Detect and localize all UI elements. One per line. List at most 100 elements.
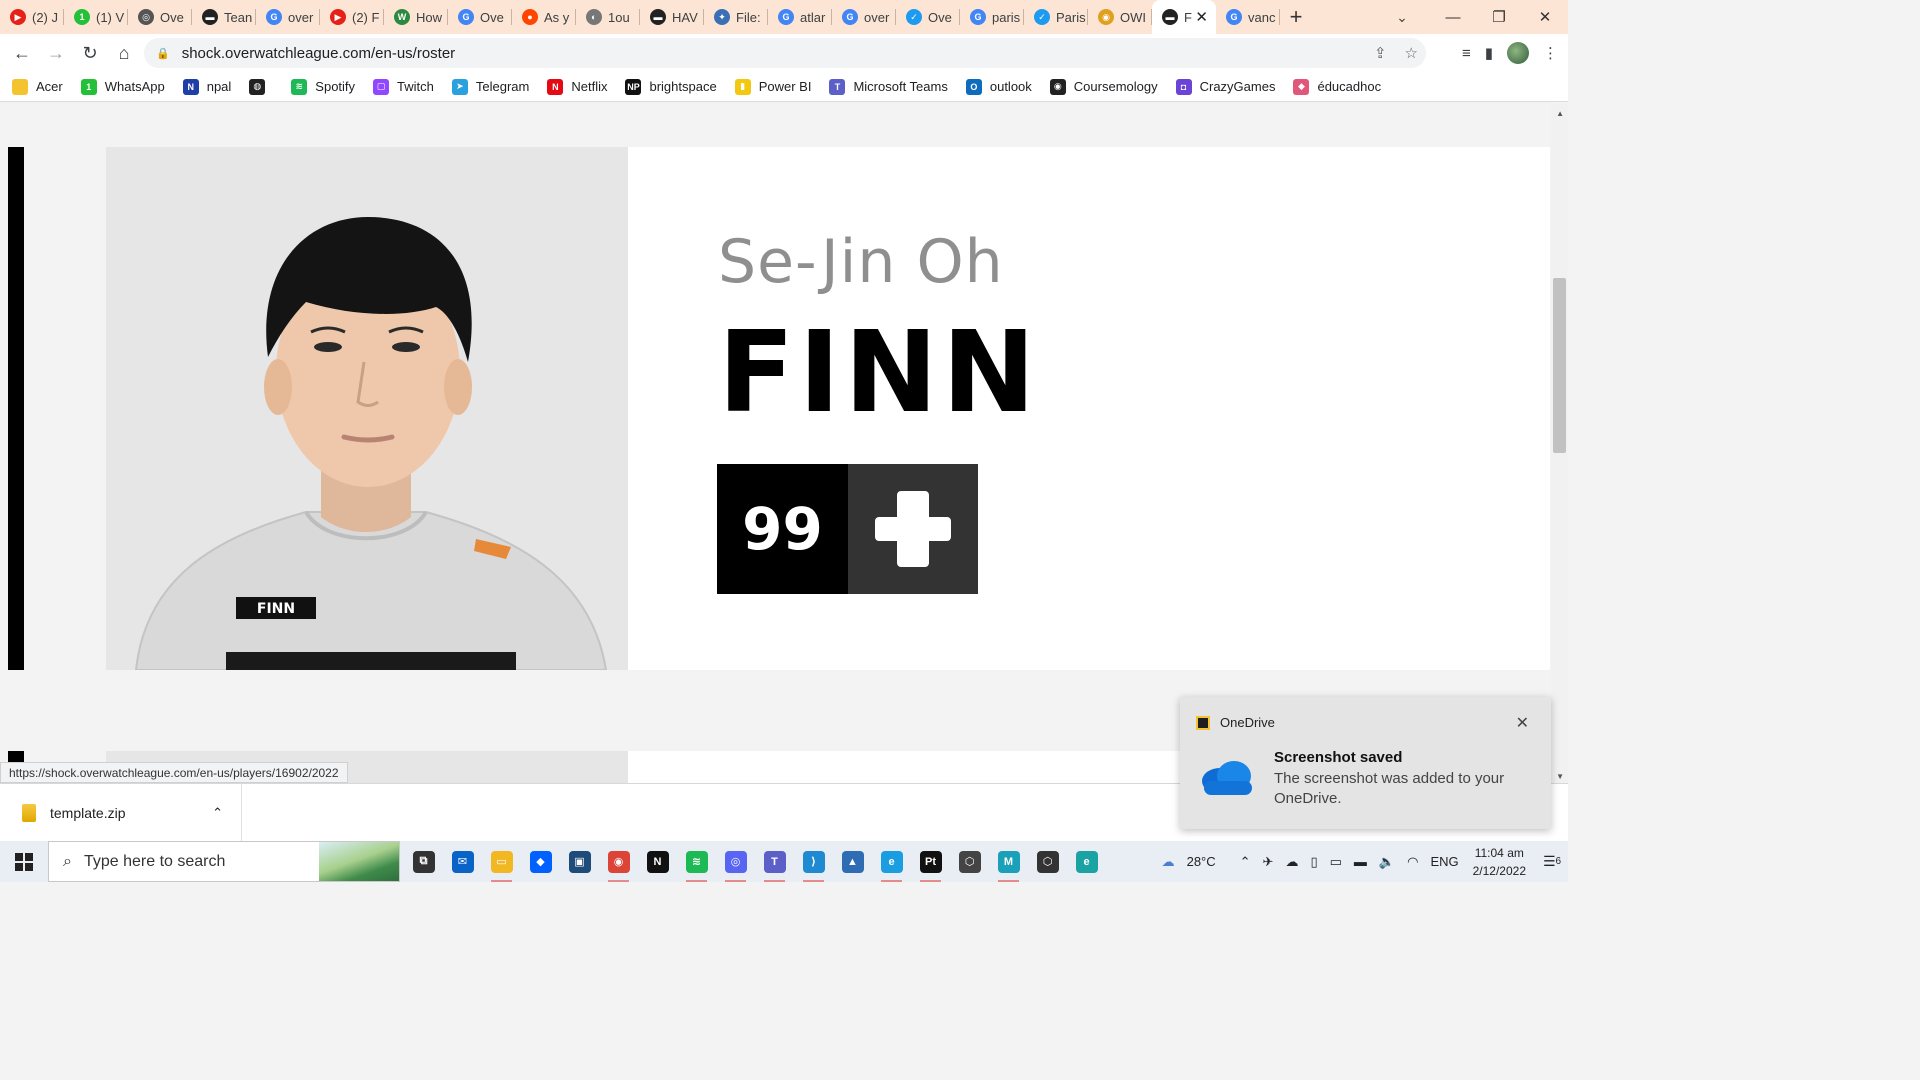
address-bar[interactable]: 🔒 shock.overwatchleague.com/en-us/roster…: [144, 38, 1426, 68]
browser-tab[interactable]: ✓ Paris: [1024, 0, 1088, 34]
browser-tab[interactable]: Gover: [832, 0, 896, 34]
bookmark-item[interactable]: Nnpal: [182, 78, 231, 95]
browser-tab[interactable]: G Ove: [448, 0, 512, 34]
tab-search-icon[interactable]: ⌄: [1388, 0, 1416, 34]
taskbar-search-input[interactable]: ⌕ Type here to search: [48, 841, 400, 882]
reload-icon[interactable]: ↻: [73, 36, 107, 70]
bookmark-item[interactable]: ◆ éducadhoc: [1293, 78, 1381, 95]
unity-icon[interactable]: ⬡: [950, 841, 989, 882]
scroll-down-icon[interactable]: ▼: [1556, 772, 1564, 781]
browser-tab[interactable]: Gparis: [960, 0, 1024, 34]
menu-icon[interactable]: ⋮: [1543, 44, 1558, 62]
profile-avatar[interactable]: [1507, 42, 1529, 64]
photos-icon[interactable]: ▲: [833, 841, 872, 882]
edge-dev-icon[interactable]: e: [1067, 841, 1106, 882]
bookmark-item[interactable]: ≋ Spotify: [291, 78, 355, 95]
bookmark-item[interactable]: ◘ CrazyGames: [1175, 78, 1275, 95]
file-explorer-icon[interactable]: ▭: [482, 841, 521, 882]
bookmark-item[interactable]: Acer: [12, 78, 63, 95]
notification-center-icon[interactable]: ☰ 6: [1536, 841, 1568, 882]
scroll-up-icon[interactable]: ▲: [1556, 109, 1564, 118]
mail-icon[interactable]: ✉: [443, 841, 482, 882]
task-view-icon[interactable]: ⧉: [404, 841, 443, 882]
browser-tab[interactable]: ▬ F ✕: [1152, 0, 1216, 34]
wifi-icon[interactable]: ◠: [1407, 854, 1418, 870]
media-control-icon[interactable]: ≡: [1462, 45, 1471, 62]
edge-icon[interactable]: e: [872, 841, 911, 882]
bookmark-item[interactable]: ◍: [249, 78, 273, 95]
browser-tab[interactable]: 1 (1) V: [64, 0, 128, 34]
minimize-icon[interactable]: —: [1430, 0, 1476, 34]
bookmark-item[interactable]: NP brightspace: [625, 78, 717, 95]
discord-icon[interactable]: ◎: [716, 841, 755, 882]
browser-tab[interactable]: ▶ (2) J: [0, 0, 64, 34]
clock[interactable]: 11:04 am 2/12/2022: [1473, 844, 1526, 880]
browser-tab[interactable]: ✦ File:: [704, 0, 768, 34]
scroll-thumb[interactable]: [1553, 278, 1566, 453]
bookmark-item[interactable]: Ooutlook: [965, 78, 1032, 95]
maya-icon[interactable]: M: [989, 841, 1028, 882]
language-indicator[interactable]: ENG: [1430, 854, 1458, 869]
tab-label: vanc: [1248, 9, 1276, 25]
player-card[interactable]: FINN Se-Jin Oh FINN 99: [106, 147, 1550, 670]
browser-tab[interactable]: ◐ 1ou: [576, 0, 640, 34]
taskbar-app-glyph: ◎: [724, 850, 747, 873]
browser-tab[interactable]: ▶ (2) F: [320, 0, 384, 34]
share-icon[interactable]: ⇪: [1374, 44, 1387, 62]
close-window-icon[interactable]: ✕: [1522, 0, 1568, 34]
netflix-icon[interactable]: N: [638, 841, 677, 882]
bookmark-item[interactable]: ◉ Coursemology: [1049, 78, 1158, 95]
weather-temp[interactable]: 28°C: [1187, 854, 1216, 869]
browser-tab[interactable]: W How: [384, 0, 448, 34]
close-icon[interactable]: ✕: [1516, 713, 1529, 733]
page-scrollbar[interactable]: ▲ ▼: [1551, 103, 1568, 783]
browser-tab[interactable]: ◎ Ove: [128, 0, 192, 34]
weather-icon[interactable]: ☁: [1162, 854, 1175, 870]
chrome-icon[interactable]: ◉: [599, 841, 638, 882]
bookmark-item[interactable]: 1 WhatsApp: [80, 78, 165, 95]
browser-tab[interactable]: ◉ OWI: [1088, 0, 1152, 34]
onedrive-tray-icon[interactable]: ☁: [1285, 854, 1298, 870]
taskbar-app-glyph: e: [1075, 850, 1098, 873]
bookmark-label: Twitch: [397, 79, 434, 94]
browser-tab[interactable]: Gatlar: [768, 0, 832, 34]
dropbox-icon[interactable]: ◆: [521, 841, 560, 882]
browser-tab[interactable]: ▬ Tean: [192, 0, 256, 34]
restore-icon[interactable]: ❐: [1476, 0, 1522, 34]
bookmark-item[interactable]: ▢ Twitch: [373, 78, 434, 95]
new-tab-button[interactable]: +: [1280, 0, 1312, 34]
battery-icon[interactable]: ▬: [1354, 854, 1367, 869]
back-icon[interactable]: ←: [5, 36, 39, 70]
close-tab-icon[interactable]: ✕: [1195, 8, 1208, 26]
side-panel-icon[interactable]: ▮: [1485, 44, 1493, 62]
chevron-up-icon[interactable]: ⌃: [1240, 854, 1251, 870]
bookmark-label: Microsoft Teams: [853, 79, 948, 94]
browser-tab[interactable]: Gvanc: [1216, 0, 1280, 34]
browser-tab[interactable]: ● As y: [512, 0, 576, 34]
browser-tab[interactable]: ✓ Ove: [896, 0, 960, 34]
volume-icon[interactable]: 🔈: [1379, 854, 1395, 870]
bookmark-item[interactable]: T Microsoft Teams: [829, 78, 948, 95]
download-item[interactable]: template.zip ⌃: [0, 784, 242, 842]
bookmark-item[interactable]: ▮ Power BI: [734, 78, 811, 95]
network-status-icon[interactable]: ✈: [1263, 854, 1274, 870]
teams-icon[interactable]: T: [755, 841, 794, 882]
display-icon[interactable]: ▭: [1330, 854, 1342, 870]
bookmark-item[interactable]: ➤ Telegram: [451, 78, 529, 95]
bookmark-favicon-icon: NP: [625, 78, 642, 95]
chevron-up-icon[interactable]: ⌃: [212, 805, 223, 821]
pycharm-icon[interactable]: Pt: [911, 841, 950, 882]
forward-icon[interactable]: →: [39, 36, 73, 70]
vscode-icon[interactable]: ⟩: [794, 841, 833, 882]
onedrive-notification[interactable]: OneDrive ✕ Screenshot saved The screensh…: [1180, 697, 1551, 829]
spotify-icon[interactable]: ≋: [677, 841, 716, 882]
device-icon[interactable]: ▯: [1310, 854, 1317, 870]
browser-tab[interactable]: Gover: [256, 0, 320, 34]
unity-hub-icon[interactable]: ⬡: [1028, 841, 1067, 882]
bookmark-star-icon[interactable]: ☆: [1405, 44, 1418, 62]
bookmark-item[interactable]: N Netflix: [547, 78, 607, 95]
store-icon[interactable]: ▣: [560, 841, 599, 882]
home-icon[interactable]: ⌂: [107, 36, 141, 70]
windows-start-icon[interactable]: [0, 841, 48, 882]
browser-tab[interactable]: ▬ HAV: [640, 0, 704, 34]
